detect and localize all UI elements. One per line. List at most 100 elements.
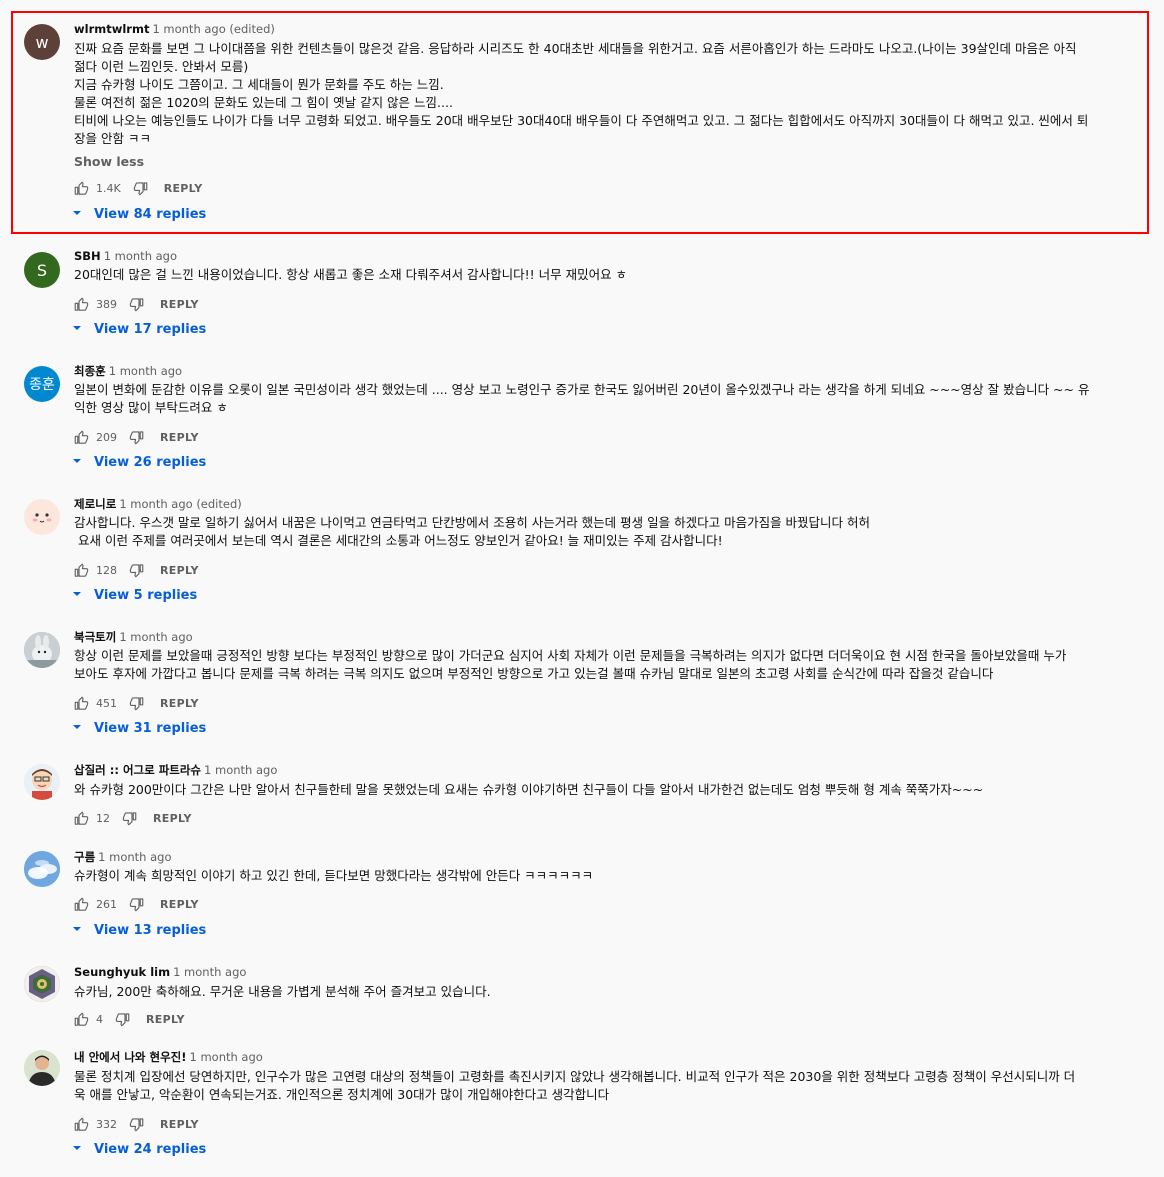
comment-author[interactable]: SBH — [74, 249, 101, 263]
reply-button[interactable]: REPLY — [160, 564, 199, 577]
comment-text: 와 슈카형 200만이다 그간은 나만 알아서 친구들한테 말을 못했었는데 요… — [74, 782, 984, 797]
comment-author[interactable]: 내 안에서 나와 현우진! — [74, 1050, 186, 1064]
comment-actions: 1.4K REPLY — [74, 180, 203, 196]
reply-button[interactable]: REPLY — [160, 697, 199, 710]
comment-actions: 209 REPLY — [74, 429, 199, 445]
like-count: 128 — [96, 563, 117, 577]
dislike-icon[interactable] — [129, 1117, 144, 1132]
comment-text: 슈카형이 계속 희망적인 이야기 하고 있긴 한데, 듣다보면 망했다라는 생각… — [74, 868, 594, 883]
comment-thread: Seunghyuk lim 1 month ago 슈카님, 200만 축하해요. … — [0, 960, 1164, 1030]
dislike-icon[interactable] — [129, 563, 144, 578]
like-icon[interactable] — [74, 430, 89, 445]
like-icon[interactable] — [74, 811, 89, 826]
comment-text: 일본이 변화에 둔감한 이유를 오롯이 일본 국민성이라 생각 했었는데 ...… — [74, 382, 1090, 415]
like-count: 1.4K — [96, 181, 121, 195]
comment-text: 20대인데 많은 걸 느낀 내용이었습니다. 항상 새롭고 좋은 소재 다뤄주셔… — [74, 267, 628, 282]
view-replies-label: View 5 replies — [94, 588, 198, 603]
dislike-icon[interactable] — [129, 897, 144, 912]
dislike-icon[interactable] — [129, 430, 144, 445]
comment-actions: 261 REPLY — [74, 896, 199, 912]
comment-author[interactable]: 구름 — [74, 850, 95, 864]
chevron-down-icon — [72, 721, 82, 736]
comment-header: 내 안에서 나와 현우진! 1 month ago — [74, 1050, 263, 1064]
like-count: 332 — [96, 1117, 117, 1131]
like-icon[interactable] — [74, 563, 89, 578]
comment-header: 최종훈 1 month ago — [74, 364, 182, 378]
comment-author[interactable]: 북극토끼 — [74, 630, 116, 644]
comment-time[interactable]: 1 month ago (edited) — [152, 22, 274, 36]
avatar[interactable] — [24, 851, 60, 887]
dislike-icon[interactable] — [115, 1012, 130, 1027]
comment-time[interactable]: 1 month ago — [189, 1050, 262, 1064]
view-replies-button[interactable]: View 24 replies — [72, 1142, 206, 1157]
comment-time[interactable]: 1 month ago — [173, 965, 246, 979]
avatar[interactable] — [24, 632, 60, 668]
like-icon[interactable] — [74, 696, 89, 711]
reply-button[interactable]: REPLY — [160, 298, 199, 311]
view-replies-button[interactable]: View 26 replies — [72, 455, 206, 470]
chevron-down-icon — [72, 322, 82, 337]
comment-time[interactable]: 1 month ago (edited) — [119, 497, 241, 511]
like-icon[interactable] — [74, 1012, 89, 1027]
dislike-icon[interactable] — [129, 696, 144, 711]
comment-author[interactable]: wlrmtwlrmt — [74, 22, 149, 36]
like-icon[interactable] — [74, 897, 89, 912]
like-icon[interactable] — [74, 1117, 89, 1132]
chevron-down-icon — [72, 1142, 82, 1157]
comment-actions: 4 REPLY — [74, 1011, 185, 1027]
comment-header: 삽질러 :: 어그로 파트라슈 1 month ago — [74, 763, 277, 777]
comment-thread: 구름 1 month ago 슈카형이 계속 희망적인 이야기 하고 있긴 한데, … — [0, 845, 1164, 945]
avatar[interactable] — [24, 966, 60, 1002]
avatar[interactable]: S — [24, 252, 60, 288]
like-icon[interactable] — [74, 297, 89, 312]
comment-time[interactable]: 1 month ago — [109, 364, 182, 378]
like-count: 209 — [96, 430, 117, 444]
avatar[interactable] — [24, 499, 60, 535]
show-less-button[interactable]: Show less — [74, 154, 144, 169]
view-replies-label: View 31 replies — [94, 721, 207, 736]
reply-button[interactable]: REPLY — [160, 1118, 199, 1131]
comment-time[interactable]: 1 month ago — [119, 630, 192, 644]
view-replies-label: View 13 replies — [94, 923, 207, 938]
view-replies-label: View 26 replies — [94, 455, 207, 470]
reply-button[interactable]: REPLY — [160, 431, 199, 444]
view-replies-button[interactable]: View 17 replies — [72, 322, 206, 337]
avatar[interactable]: w — [24, 24, 60, 60]
view-replies-button[interactable]: View 84 replies — [72, 207, 206, 222]
comment-text: 물론 정치계 입장에선 당연하지만, 인구수가 많은 고연령 대상의 정책들이 … — [74, 1069, 1076, 1102]
avatar[interactable]: 종훈 — [24, 366, 60, 402]
like-count: 4 — [96, 1012, 103, 1026]
comment-time[interactable]: 1 month ago — [104, 249, 177, 263]
comment-header: 구름 1 month ago — [74, 850, 172, 864]
reply-button[interactable]: REPLY — [146, 1013, 185, 1026]
comment-actions: 332 REPLY — [74, 1116, 199, 1132]
avatar[interactable] — [24, 1050, 60, 1086]
comment-header: Seunghyuk lim 1 month ago — [74, 965, 246, 979]
view-replies-button[interactable]: View 31 replies — [72, 721, 206, 736]
comment-header: 제로니로 1 month ago (edited) — [74, 497, 242, 511]
dislike-icon[interactable] — [122, 811, 137, 826]
reply-button[interactable]: REPLY — [164, 182, 203, 195]
reply-button[interactable]: REPLY — [153, 812, 192, 825]
comment-text: 진짜 요즘 문화를 보면 그 나이대쯤을 위한 컨텐츠들이 많은것 같음. 응답… — [74, 41, 1089, 146]
comment-author[interactable]: 제로니로 — [74, 497, 116, 511]
comment-thread: 내 안에서 나와 현우진! 1 month ago 물론 정치계 입장에선 당연하지… — [0, 1045, 1164, 1165]
comment-time[interactable]: 1 month ago — [204, 763, 277, 777]
view-replies-button[interactable]: View 13 replies — [72, 923, 206, 938]
comment-header: SBH 1 month ago — [74, 249, 177, 263]
comment-author[interactable]: 삽질러 :: 어그로 파트라슈 — [74, 763, 201, 777]
dislike-icon[interactable] — [129, 297, 144, 312]
view-replies-label: View 24 replies — [94, 1142, 207, 1157]
like-icon[interactable] — [74, 181, 89, 196]
like-count: 451 — [96, 696, 117, 710]
comment-thread: 제로니로 1 month ago (edited) 감사합니다. 우스갯 말로 일하… — [0, 493, 1164, 613]
avatar[interactable] — [24, 764, 60, 800]
comment-author[interactable]: 최종훈 — [74, 364, 106, 378]
dislike-icon[interactable] — [133, 181, 148, 196]
comment-time[interactable]: 1 month ago — [98, 850, 171, 864]
comment-author[interactable]: Seunghyuk lim — [74, 965, 170, 979]
view-replies-label: View 17 replies — [94, 322, 207, 337]
reply-button[interactable]: REPLY — [160, 898, 199, 911]
view-replies-button[interactable]: View 5 replies — [72, 588, 197, 603]
like-count: 12 — [96, 811, 110, 825]
